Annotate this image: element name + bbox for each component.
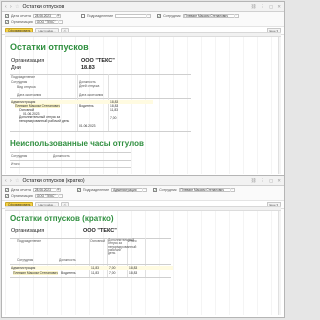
period-label: Дата отчета — [11, 188, 31, 192]
division-label: Подразделение — [82, 188, 110, 192]
col-vacation-type: Вид отпуска — [17, 85, 36, 89]
report-sheet[interactable]: Остатки отпусков Организация ООО "ТЕКС" … — [5, 32, 281, 174]
select-icon[interactable]: … — [233, 14, 238, 18]
row-date: 01.06.2023 — [79, 124, 96, 128]
select-icon[interactable]: … — [142, 188, 146, 192]
window-title: Остатки отпусков — [22, 3, 65, 10]
row-additional: 7,00 — [109, 266, 116, 270]
close-icon[interactable]: ✕ — [277, 4, 281, 10]
org-field[interactable]: ООО "ТЕКС"… — [34, 193, 63, 199]
nav-arrows-icon[interactable]: ‹ › — [5, 4, 15, 10]
days-caption: Дни — [11, 65, 21, 71]
col-division: Подразделение — [17, 239, 42, 243]
favorite-star-icon[interactable]: ☆ — [15, 4, 19, 10]
row-main: 11,83 — [91, 271, 100, 275]
col-accounting-period: Дата окончания — [17, 93, 42, 97]
col-total: Итого — [128, 239, 137, 243]
division-field[interactable]: Администрация… — [111, 187, 148, 193]
org-caption: Организация — [11, 228, 45, 234]
report-title: Остатки отпусков — [10, 42, 89, 52]
col-days: Дней отпуска — [79, 84, 100, 88]
row-position: Водитель — [61, 271, 76, 275]
row-additional: 7,00 — [109, 271, 116, 275]
employee-label: Сотрудник — [159, 188, 177, 192]
section-title: Неиспользованные часы отгулов — [10, 139, 144, 148]
table-row: Плевкин Максим Степанович — [13, 271, 58, 275]
org-label: Организация — [11, 194, 33, 198]
org-value: ООО "ТЕКС" — [81, 58, 115, 64]
select-icon[interactable]: … — [146, 14, 150, 18]
link-icon[interactable]: ⛓ — [251, 178, 257, 184]
col-additional: Дополнительный отпуск за ненормированный… — [108, 238, 137, 256]
calendar-icon[interactable]: ▦ — [55, 14, 60, 18]
window-title: Остатки отпусков (кратко) — [22, 177, 85, 184]
window-titlebar: ‹ › ☆ Остатки отпусков ⛓ ⋮ ▢ ✕ — [2, 2, 284, 12]
sheet-ruler — [5, 33, 281, 37]
employee-field[interactable]: Плевкин Максим Степанович… — [178, 187, 235, 193]
col-main: Основной — [90, 239, 106, 243]
row-total: 18,83 — [129, 271, 138, 275]
employee-checkbox[interactable]: ✓ — [153, 188, 158, 192]
org-checkbox[interactable]: ✓ — [5, 20, 9, 24]
table-row: Дополнительный отпуск за ненормированный… — [19, 115, 70, 123]
row-value: 11,83 — [110, 108, 119, 112]
col-division: Подразделение — [11, 75, 36, 79]
col-employee: Сотрудник — [17, 258, 34, 262]
select-icon[interactable]: … — [57, 194, 62, 198]
maximize-icon[interactable]: ▢ — [269, 4, 273, 10]
report-sheet[interactable]: Остатки отпусков (кратко) Организация ОО… — [5, 206, 281, 315]
report-params: ✓ Дата отчета 28.06.2023 ▦ Подразделение … — [2, 12, 284, 27]
sheet-ruler — [5, 207, 281, 211]
col-position: Должность — [59, 258, 76, 262]
row-value: 7,00 — [110, 116, 117, 120]
org-checkbox[interactable]: ✓ — [5, 194, 9, 198]
days-value: 18.83 — [81, 65, 95, 71]
more-icon[interactable]: ⋮ — [260, 178, 265, 184]
division-checkbox[interactable] — [80, 14, 85, 18]
maximize-icon[interactable]: ▢ — [269, 178, 273, 184]
report-window-brief: ‹ › ☆ Остатки отпусков (кратко) ⛓ ⋮ ▢ ✕ … — [1, 175, 285, 318]
org-label: Организация — [11, 20, 33, 24]
row-main: 11,83 — [91, 266, 100, 270]
row-total: 18,83 — [129, 266, 138, 270]
s2-total: Итого — [11, 162, 20, 166]
close-icon[interactable]: ✕ — [277, 178, 281, 184]
org-value: ООО "ТЕКС" — [83, 228, 117, 234]
report-window-full: ‹ › ☆ Остатки отпусков ⛓ ⋮ ▢ ✕ ✓ Дата от… — [1, 1, 285, 177]
more-icon[interactable]: ⋮ — [260, 4, 265, 10]
division-field[interactable]: … — [115, 13, 152, 19]
calendar-icon[interactable]: ▦ — [55, 188, 60, 192]
s2-col-position: Должность — [53, 154, 70, 158]
select-icon[interactable]: … — [57, 20, 62, 24]
division-checkbox[interactable]: ✓ — [76, 188, 81, 192]
window-titlebar: ‹ › ☆ Остатки отпусков (кратко) ⛓ ⋮ ▢ ✕ — [2, 176, 284, 186]
vertical-scrollbar[interactable] — [278, 211, 281, 315]
employee-checkbox[interactable]: ✓ — [157, 14, 162, 18]
link-icon[interactable]: ⛓ — [251, 4, 257, 10]
select-icon[interactable]: … — [229, 188, 234, 192]
nav-arrows-icon[interactable]: ‹ › — [5, 178, 15, 184]
org-field[interactable]: ООО "ТЕКС"… — [34, 19, 63, 25]
report-params: ✓ Дата отчета 28.06.2023 ▦ ✓ Подразделени… — [2, 186, 284, 201]
s2-col-employee: Сотрудник — [11, 154, 28, 158]
period-field[interactable]: 28.06.2023 ▦ — [32, 13, 61, 19]
row-position: Водитель — [79, 104, 94, 108]
col-end-date: Дата окончания — [79, 93, 104, 97]
vertical-scrollbar[interactable] — [278, 37, 281, 174]
period-checkbox[interactable]: ✓ — [5, 14, 9, 18]
favorite-star-icon[interactable]: ☆ — [15, 178, 19, 184]
period-label: Дата отчета — [11, 14, 31, 18]
org-caption: Организация — [11, 58, 45, 64]
col-employee: Сотрудник — [11, 80, 28, 84]
division-label: Подразделение — [86, 14, 114, 18]
period-field[interactable]: 28.06.2023 ▦ — [32, 187, 61, 193]
report-title: Остатки отпусков (кратко) — [10, 214, 114, 223]
employee-field[interactable]: Плевкин Максим Степанович… — [182, 13, 239, 19]
employee-label: Сотрудник — [163, 14, 181, 18]
period-checkbox[interactable]: ✓ — [5, 188, 9, 192]
